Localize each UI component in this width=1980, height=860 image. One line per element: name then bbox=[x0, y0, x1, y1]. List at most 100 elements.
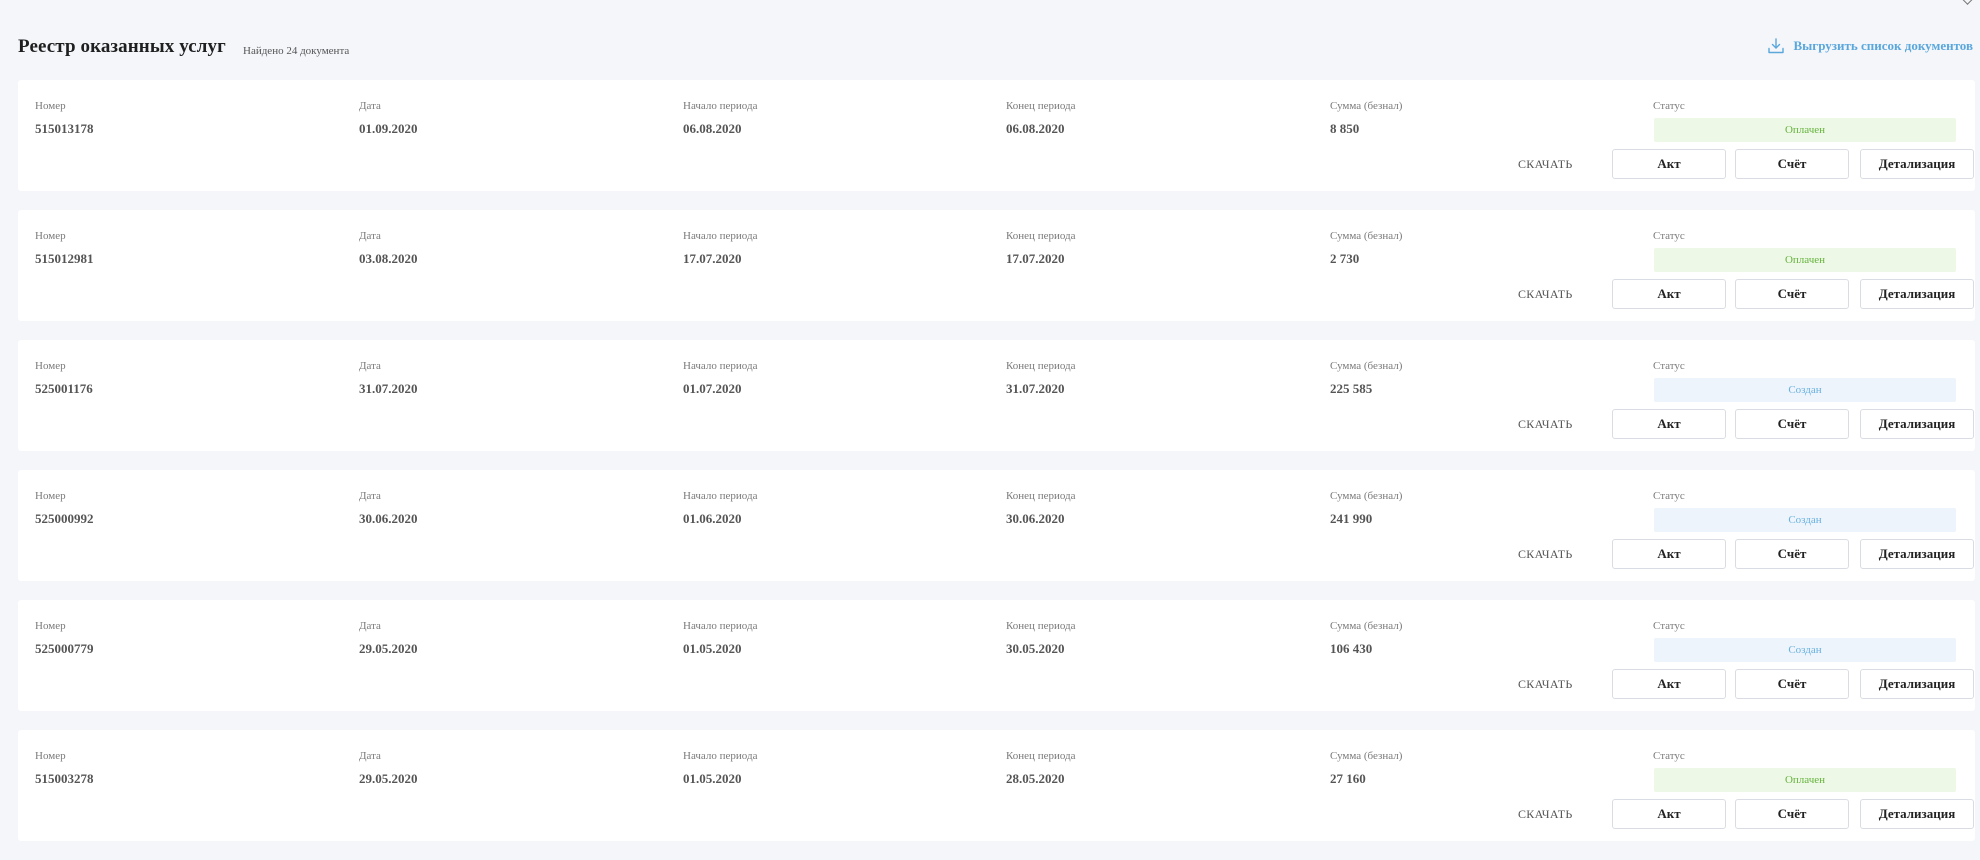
period-end-label: Конец периода bbox=[1006, 750, 1076, 762]
period-end-value: 17.07.2020 bbox=[1006, 251, 1065, 266]
period-end-field: Конец периода 06.08.2020 bbox=[1006, 99, 1076, 137]
download-label: СКАЧАТЬ bbox=[1518, 287, 1573, 301]
found-count: Найдено 24 документа bbox=[243, 45, 350, 57]
page-header: Реестр оказанных услуг Найдено 24 докуме… bbox=[18, 30, 1973, 70]
period-end-field: Конец периода 31.07.2020 bbox=[1006, 359, 1076, 397]
number-value: 525000992 bbox=[35, 511, 94, 526]
download-label: СКАЧАТЬ bbox=[1518, 807, 1573, 821]
document-card: Номер 525000779 Дата 29.05.2020 Начало п… bbox=[18, 600, 1975, 711]
document-card: Номер 515012981 Дата 03.08.2020 Начало п… bbox=[18, 210, 1975, 321]
period-start-field: Начало периода 01.07.2020 bbox=[683, 359, 757, 397]
number-field: Номер 525000779 bbox=[35, 619, 94, 657]
act-button[interactable]: Акт bbox=[1612, 279, 1726, 309]
card-actions: СКАЧАТЬ Акт Счёт Детализация bbox=[1518, 799, 1974, 829]
period-start-value: 01.05.2020 bbox=[683, 641, 742, 656]
sum-field: Сумма (безнал) 2 730 bbox=[1330, 229, 1402, 267]
period-start-field: Начало периода 01.05.2020 bbox=[683, 749, 757, 787]
export-label: Выгрузить список документов bbox=[1793, 38, 1973, 53]
period-start-value: 06.08.2020 bbox=[683, 121, 742, 136]
period-start-value: 01.05.2020 bbox=[683, 771, 742, 786]
number-value: 525001176 bbox=[35, 381, 93, 396]
invoice-button[interactable]: Счёт bbox=[1735, 539, 1849, 569]
period-start-field: Начало периода 01.05.2020 bbox=[683, 619, 757, 657]
invoice-button[interactable]: Счёт bbox=[1735, 279, 1849, 309]
date-field: Дата 03.08.2020 bbox=[359, 229, 418, 267]
sum-value: 241 990 bbox=[1330, 511, 1373, 526]
number-field: Номер 515013178 bbox=[35, 99, 94, 137]
number-value: 515012981 bbox=[35, 251, 94, 266]
period-end-label: Конец периода bbox=[1006, 360, 1076, 372]
invoice-button[interactable]: Счёт bbox=[1735, 409, 1849, 439]
number-label: Номер bbox=[35, 620, 66, 632]
status-label: Статус bbox=[1653, 100, 1685, 112]
date-value: 30.06.2020 bbox=[359, 511, 418, 526]
page-title: Реестр оказанных услуг bbox=[18, 36, 226, 57]
card-actions: СКАЧАТЬ Акт Счёт Детализация bbox=[1518, 149, 1974, 179]
date-field: Дата 30.06.2020 bbox=[359, 489, 418, 527]
download-label: СКАЧАТЬ bbox=[1518, 547, 1573, 561]
number-label: Номер bbox=[35, 490, 66, 502]
details-button[interactable]: Детализация bbox=[1860, 539, 1974, 569]
status-field: Статус bbox=[1653, 489, 1685, 503]
act-button[interactable]: Акт bbox=[1612, 799, 1726, 829]
export-documents-link[interactable]: Выгрузить список документов bbox=[1767, 33, 1973, 59]
sum-label: Сумма (безнал) bbox=[1330, 360, 1403, 372]
period-end-label: Конец периода bbox=[1006, 100, 1076, 112]
number-value: 515013178 bbox=[35, 121, 94, 136]
sum-field: Сумма (безнал) 106 430 bbox=[1330, 619, 1402, 657]
number-field: Номер 525001176 bbox=[35, 359, 93, 397]
details-button[interactable]: Детализация bbox=[1860, 669, 1974, 699]
period-end-value: 30.06.2020 bbox=[1006, 511, 1065, 526]
invoice-button[interactable]: Счёт bbox=[1735, 669, 1849, 699]
details-button[interactable]: Детализация bbox=[1860, 149, 1974, 179]
sum-field: Сумма (безнал) 27 160 bbox=[1330, 749, 1402, 787]
act-button[interactable]: Акт bbox=[1612, 539, 1726, 569]
invoice-button[interactable]: Счёт bbox=[1735, 149, 1849, 179]
status-label: Статус bbox=[1653, 620, 1685, 632]
period-start-label: Начало периода bbox=[683, 750, 758, 762]
status-badge: Оплачен bbox=[1654, 118, 1956, 142]
sum-value: 2 730 bbox=[1330, 251, 1360, 266]
sum-label: Сумма (безнал) bbox=[1330, 620, 1403, 632]
period-start-value: 01.07.2020 bbox=[683, 381, 742, 396]
period-start-value: 17.07.2020 bbox=[683, 251, 742, 266]
status-field: Статус bbox=[1653, 749, 1685, 763]
date-value: 29.05.2020 bbox=[359, 641, 418, 656]
status-label: Статус bbox=[1653, 230, 1685, 242]
date-field: Дата 01.09.2020 bbox=[359, 99, 418, 137]
details-button[interactable]: Детализация bbox=[1860, 799, 1974, 829]
download-icon bbox=[1768, 38, 1785, 54]
date-label: Дата bbox=[359, 360, 381, 372]
period-end-field: Конец периода 17.07.2020 bbox=[1006, 229, 1076, 267]
period-start-label: Начало периода bbox=[683, 100, 758, 112]
download-label: СКАЧАТЬ bbox=[1518, 417, 1573, 431]
details-button[interactable]: Детализация bbox=[1860, 279, 1974, 309]
number-label: Номер bbox=[35, 230, 66, 242]
chevron-icon[interactable] bbox=[1961, 0, 1974, 5]
details-button[interactable]: Детализация bbox=[1860, 409, 1974, 439]
download-label: СКАЧАТЬ bbox=[1518, 677, 1573, 691]
status-badge: Создан bbox=[1654, 638, 1956, 662]
act-button[interactable]: Акт bbox=[1612, 669, 1726, 699]
act-button[interactable]: Акт bbox=[1612, 149, 1726, 179]
status-label: Статус bbox=[1653, 360, 1685, 372]
status-badge: Оплачен bbox=[1654, 248, 1956, 272]
date-label: Дата bbox=[359, 490, 381, 502]
status-field: Статус bbox=[1653, 359, 1685, 373]
period-end-value: 31.07.2020 bbox=[1006, 381, 1065, 396]
date-value: 01.09.2020 bbox=[359, 121, 418, 136]
sum-value: 8 850 bbox=[1330, 121, 1360, 136]
period-start-field: Начало периода 01.06.2020 bbox=[683, 489, 757, 527]
sum-value: 27 160 bbox=[1330, 771, 1366, 786]
period-end-value: 28.05.2020 bbox=[1006, 771, 1065, 786]
invoice-button[interactable]: Счёт bbox=[1735, 799, 1849, 829]
status-label: Статус bbox=[1653, 490, 1685, 502]
period-end-value: 30.05.2020 bbox=[1006, 641, 1065, 656]
sum-field: Сумма (безнал) 225 585 bbox=[1330, 359, 1402, 397]
act-button[interactable]: Акт bbox=[1612, 409, 1726, 439]
date-value: 31.07.2020 bbox=[359, 381, 418, 396]
download-label: СКАЧАТЬ bbox=[1518, 157, 1573, 171]
status-badge: Создан bbox=[1654, 508, 1956, 532]
document-card: Номер 525001176 Дата 31.07.2020 Начало п… bbox=[18, 340, 1975, 451]
period-end-value: 06.08.2020 bbox=[1006, 121, 1065, 136]
